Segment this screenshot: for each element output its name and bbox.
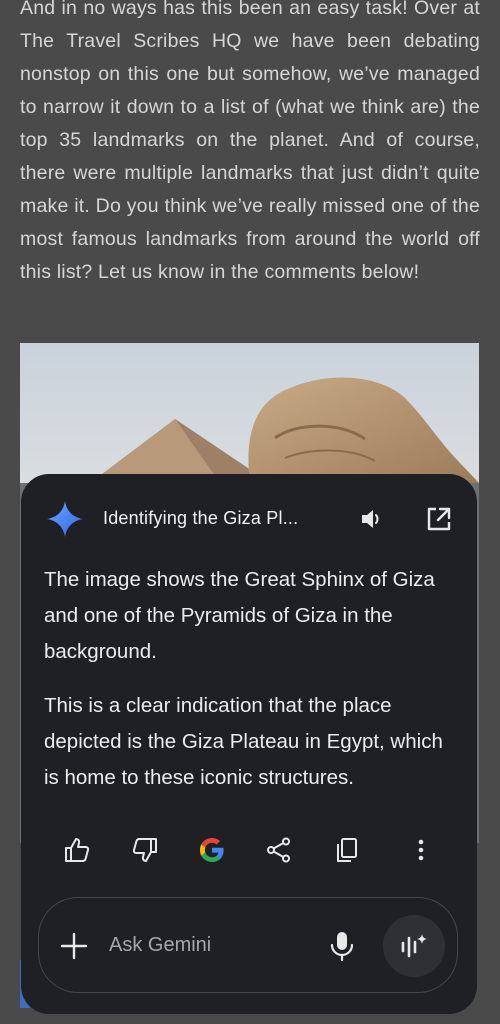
more-vert-icon[interactable] [405,834,437,866]
conversation-title[interactable]: Identifying the Giza Pl... [103,508,298,529]
gemini-response: The image shows the Great Sphinx of Giza… [44,562,462,814]
gemini-overlay-panel: Identifying the Giza Pl... The image sho… [21,474,477,1014]
open-in-new-icon[interactable] [426,506,452,532]
thumbs-up-icon[interactable] [61,834,93,866]
response-actions-bar [61,834,441,874]
add-attachment-icon[interactable] [59,931,89,961]
response-paragraph: This is a clear indication that the plac… [44,694,443,789]
copy-icon[interactable] [331,834,363,866]
gemini-panel-header: Identifying the Giza Pl... [21,474,477,562]
ask-gemini-input[interactable] [109,930,309,960]
gemini-live-icon [401,934,427,958]
article-paragraph: And in no ways has this been an easy tas… [20,0,480,283]
speaker-icon[interactable] [359,506,385,532]
gemini-live-button[interactable] [383,915,445,977]
google-icon[interactable] [196,834,228,866]
ask-gemini-bar [38,897,458,993]
share-icon[interactable] [263,834,295,866]
response-paragraph: The image shows the Great Sphinx of Giza… [44,568,435,663]
thumbs-down-icon[interactable] [129,834,161,866]
microphone-icon[interactable] [329,930,355,962]
article-text-block: And in no ways has this been an easy tas… [20,0,480,289]
gemini-sparkle-icon [47,501,83,537]
